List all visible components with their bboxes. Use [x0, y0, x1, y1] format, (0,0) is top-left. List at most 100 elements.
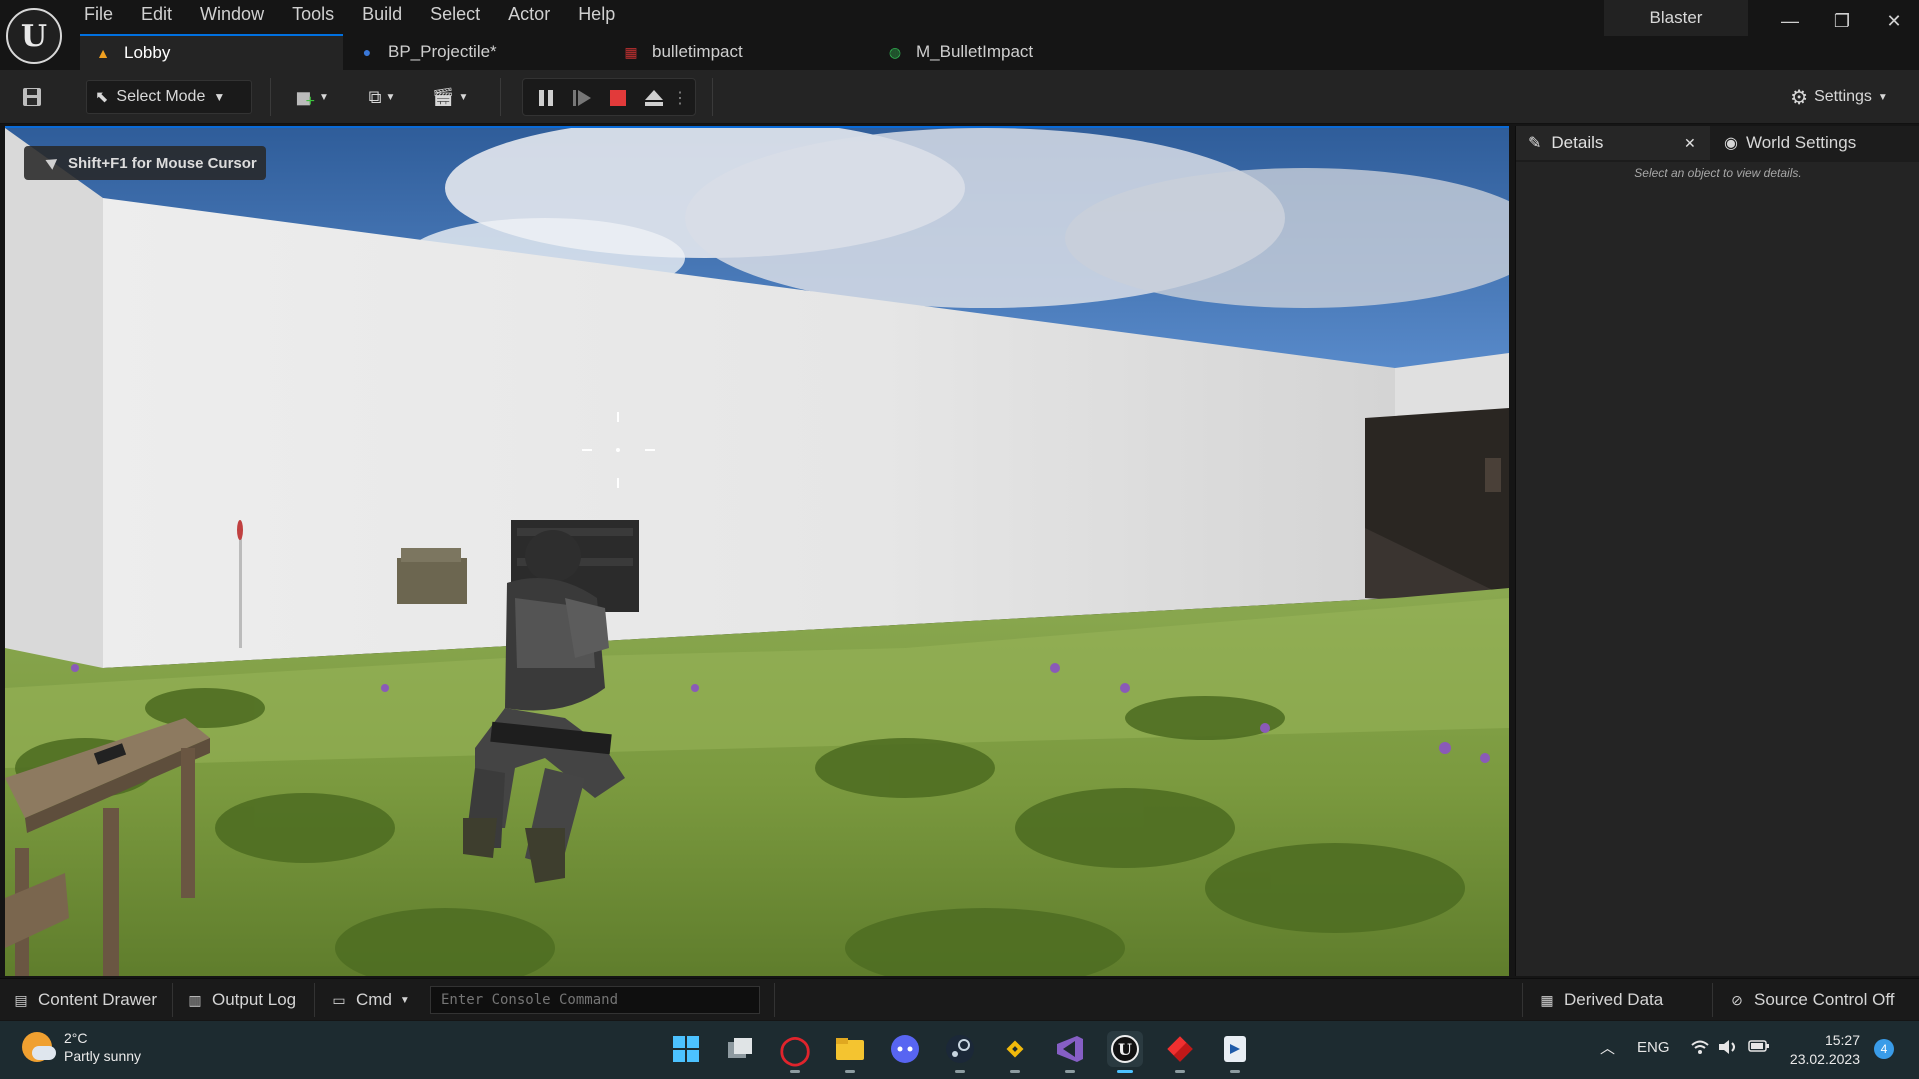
- source-control-label: Source Control Off: [1754, 990, 1895, 1009]
- binance-icon[interactable]: [997, 1031, 1033, 1073]
- hint-text: Shift+F1 for Mouse Cursor: [68, 154, 257, 172]
- blueprints-button[interactable]: ⧉ ▼: [358, 80, 406, 114]
- details-tab-label: Details: [1551, 133, 1604, 152]
- visual-studio-icon[interactable]: [1052, 1031, 1088, 1073]
- menu-file[interactable]: File: [84, 4, 113, 26]
- menu-tools[interactable]: Tools: [292, 4, 334, 26]
- discord-icon[interactable]: [887, 1031, 923, 1067]
- unreal-logo-icon[interactable]: U: [6, 8, 62, 64]
- tab-details[interactable]: ✎ Details ✕: [1516, 126, 1710, 160]
- git-tool-icon[interactable]: [1162, 1031, 1198, 1073]
- cursor-icon: [45, 154, 61, 170]
- add-actor-button[interactable]: ◼ + ▼: [288, 80, 336, 114]
- partly-sunny-icon: [22, 1032, 56, 1062]
- chevron-down-icon: ▼: [319, 91, 329, 103]
- select-mode-label: Select Mode: [116, 88, 206, 105]
- content-drawer-button[interactable]: ▤ Content Drawer: [12, 979, 157, 1021]
- cursor-icon: ⬉: [95, 89, 109, 106]
- tab-bp-projectile[interactable]: ● BP_Projectile*: [344, 34, 594, 70]
- battery-icon[interactable]: [1748, 1039, 1770, 1057]
- epic-tool-icon[interactable]: [1217, 1031, 1253, 1073]
- steam-icon[interactable]: [942, 1031, 978, 1073]
- globe-icon: ◉: [1724, 135, 1738, 152]
- tab-bulletimpact[interactable]: ▦ bulletimpact: [608, 34, 858, 70]
- cmd-dropdown[interactable]: ▭ Cmd ▼: [330, 979, 410, 1021]
- close-icon[interactable]: ✕: [1684, 135, 1696, 152]
- menu-select[interactable]: Select: [430, 4, 480, 26]
- console-icon: ▭: [332, 991, 346, 1008]
- output-log-button[interactable]: ▥ Output Log: [186, 979, 296, 1021]
- tab-label: M_BulletImpact: [916, 42, 1034, 61]
- scene-render: [5, 128, 1509, 976]
- tab-label: BP_Projectile*: [388, 42, 497, 61]
- plus-icon: +: [305, 93, 316, 110]
- derived-data-label: Derived Data: [1564, 990, 1664, 1009]
- chevron-down-icon: ▼: [385, 91, 396, 103]
- save-icon[interactable]: [18, 80, 46, 114]
- wifi-icon[interactable]: [1690, 1039, 1710, 1059]
- level-icon: ▲: [96, 45, 110, 61]
- weather-description: Partly sunny: [64, 1048, 142, 1064]
- console-command-input[interactable]: [430, 986, 760, 1014]
- gear-icon: ⚙: [1790, 86, 1809, 109]
- tab-lobby[interactable]: ▲ Lobby: [80, 34, 343, 70]
- blueprint-graph-icon: ⧉: [368, 86, 382, 107]
- clapperboard-icon: 🎬︎: [431, 86, 455, 107]
- chevron-down-icon: ▼: [399, 994, 410, 1006]
- advance-frame-icon[interactable]: [565, 81, 599, 115]
- select-mode-dropdown[interactable]: ⬉ Select Mode ▼: [86, 80, 252, 114]
- cinematics-button[interactable]: 🎬︎ ▼: [426, 80, 474, 114]
- menu-build[interactable]: Build: [362, 4, 402, 26]
- play-options-icon[interactable]: ⋮: [671, 81, 689, 115]
- opera-icon[interactable]: ◯: [777, 1031, 813, 1073]
- restore-button[interactable]: ❐: [1822, 6, 1862, 36]
- particle-icon: ▦: [624, 43, 638, 60]
- chevron-down-icon: ▼: [213, 90, 226, 104]
- task-view-icon[interactable]: [722, 1031, 758, 1067]
- menu-window[interactable]: Window: [200, 4, 264, 26]
- tray-expand-icon[interactable]: ︿: [1600, 1037, 1615, 1058]
- level-viewport[interactable]: [5, 126, 1509, 976]
- menu-actor[interactable]: Actor: [508, 4, 550, 26]
- details-body: Select an object to view details.: [1516, 162, 1919, 976]
- cmd-label: Cmd: [356, 990, 392, 1009]
- weather-temperature: 2°C: [64, 1030, 88, 1046]
- status-bar: ▤ Content Drawer ▥ Output Log ▭ Cmd ▼ ▦ …: [0, 978, 1919, 1020]
- volume-icon[interactable]: [1718, 1039, 1740, 1059]
- mouse-cursor-hint: Shift+F1 for Mouse Cursor: [24, 146, 266, 180]
- content-drawer-label: Content Drawer: [38, 990, 158, 1009]
- blueprint-icon: ●: [362, 44, 372, 60]
- details-panel: ✎ Details ✕ ◉ World Settings Select an o…: [1515, 126, 1919, 976]
- chevron-down-icon: ▼: [458, 91, 469, 103]
- notification-badge[interactable]: 4: [1874, 1039, 1894, 1059]
- stop-icon[interactable]: [601, 81, 635, 115]
- close-button[interactable]: ✕: [1874, 6, 1914, 36]
- menu-help[interactable]: Help: [578, 4, 615, 26]
- tab-m-bulletimpact[interactable]: ◍ M_BulletImpact: [872, 34, 1142, 70]
- system-clock[interactable]: 15:27 23.02.2023: [1780, 1031, 1860, 1069]
- chevron-down-icon: ▼: [1877, 91, 1888, 103]
- unreal-engine-icon[interactable]: U: [1107, 1031, 1143, 1073]
- language-indicator[interactable]: ENG: [1637, 1039, 1670, 1056]
- tab-world-settings[interactable]: ◉ World Settings: [1716, 126, 1916, 160]
- output-log-icon: ▥: [188, 991, 202, 1008]
- derived-data-button[interactable]: ▦ Derived Data: [1538, 979, 1663, 1021]
- eject-icon[interactable]: [637, 81, 671, 115]
- title-bar: U File Edit Window Tools Build Select Ac…: [0, 0, 1919, 70]
- menu-edit[interactable]: Edit: [141, 4, 172, 26]
- material-icon: ◍: [888, 43, 902, 60]
- minimize-button[interactable]: —: [1770, 6, 1810, 36]
- settings-label: Settings: [1814, 88, 1872, 105]
- world-settings-tab-label: World Settings: [1745, 133, 1857, 152]
- windows-start-icon[interactable]: [668, 1031, 704, 1067]
- main-toolbar: ⬉ Select Mode ▼ ◼ + ▼ ⧉ ▼ 🎬︎ ▼ ⋮ ⚙ Settings …: [0, 70, 1919, 124]
- clock-time: 15:27: [1824, 1032, 1860, 1048]
- content-drawer-icon: ▤: [14, 991, 28, 1008]
- source-control-button[interactable]: ⊘ Source Control Off: [1728, 979, 1894, 1021]
- weather-widget[interactable]: 2°C Partly sunny: [22, 1029, 141, 1065]
- settings-button[interactable]: ⚙ Settings ▼: [1780, 80, 1898, 114]
- file-explorer-icon[interactable]: [832, 1031, 868, 1073]
- play-controls: ⋮: [522, 78, 696, 116]
- pencil-icon: ✎: [1528, 135, 1542, 152]
- pause-icon[interactable]: [529, 81, 563, 115]
